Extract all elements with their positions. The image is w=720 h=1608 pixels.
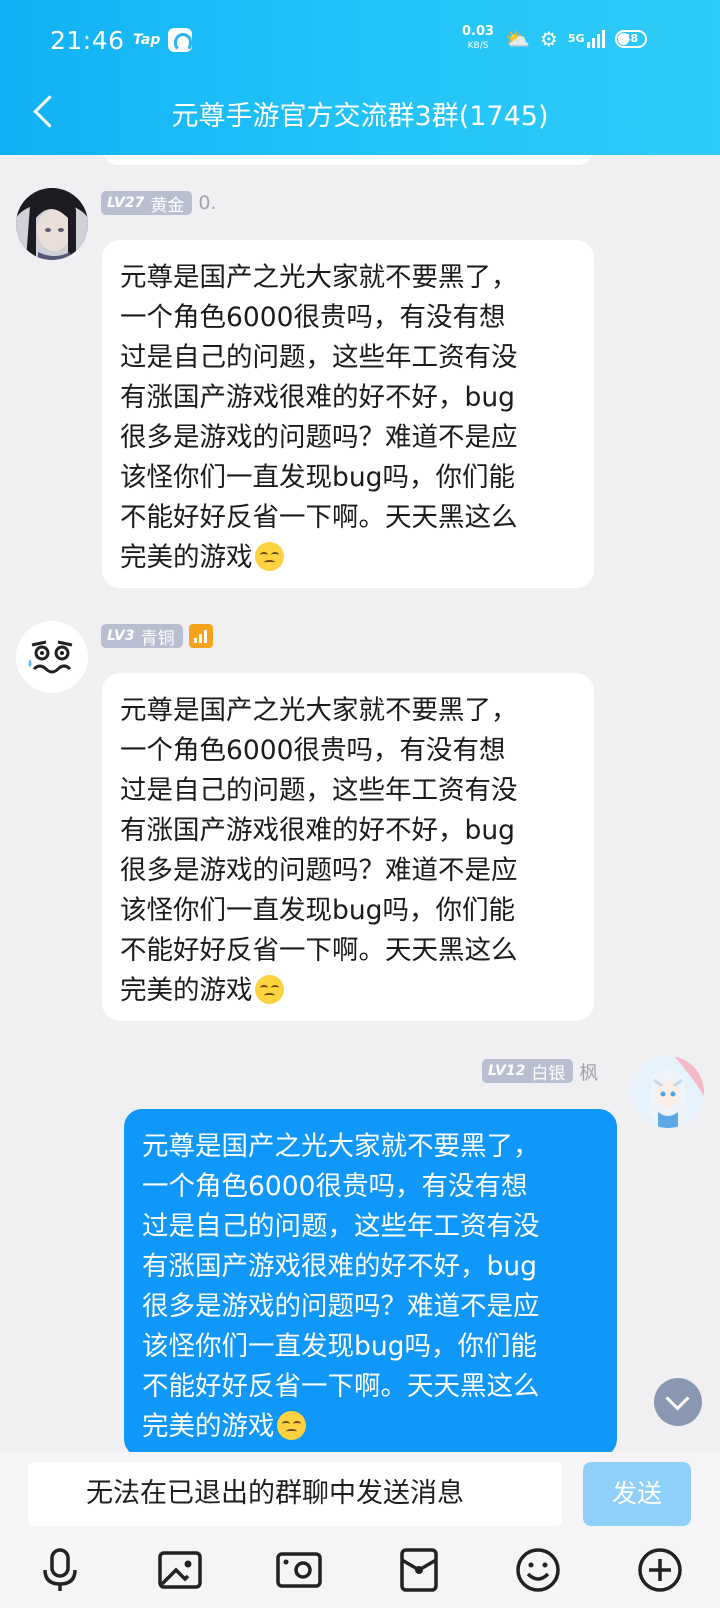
input-toolbar (0, 1536, 720, 1608)
message-bubble[interactable]: 元尊是国产之光大家就不要黑了， 一个角色6000很贵吗，有没有想 过是自己的问题… (102, 673, 594, 1021)
message-item: LV12 白银 枫 元尊是国产之光大家就不要黑了， 一个角色6000很贵吗，有没… (0, 1021, 720, 1452)
sender-meta: LV3 青铜 (101, 623, 213, 649)
network-speed: 0.03 KB/S (462, 24, 495, 52)
scroll-to-bottom-button[interactable] (654, 1378, 702, 1426)
top-bar: 21:46 Tap 0.03 KB/S ⛅ ⚙ 5G 48 元尊手游官方交流群3… (0, 0, 720, 155)
message-input[interactable]: 无法在已退出的群聊中发送消息 (28, 1462, 562, 1526)
status-icons: ⛅ ⚙ 5G 48 (505, 27, 647, 51)
message-item: LV3 青铜 元尊是国产之光大家就不要黑了， 一个角色6000很贵吗，有没有想 … (0, 588, 720, 1028)
sender-nickname[interactable]: 0. (198, 192, 216, 214)
chat-header: 元尊手游官方交流群3群(1745) (0, 80, 720, 155)
signal-bars-nickname-icon (188, 624, 213, 648)
status-time: 21:46 (50, 26, 125, 55)
level-number: LV27 (107, 195, 145, 211)
status-bar: 21:46 Tap 0.03 KB/S ⛅ ⚙ 5G 48 (0, 0, 720, 80)
emoji-icon[interactable] (512, 1544, 564, 1596)
level-number: LV3 (107, 628, 135, 644)
qq-notification-icon (168, 28, 192, 52)
disappointed-face-emoji-icon (254, 542, 284, 571)
avatar[interactable] (16, 188, 88, 260)
group-title[interactable]: 元尊手游官方交流群3群(1745) (0, 94, 720, 133)
sender-meta: LV12 白银 枫 (482, 1058, 598, 1084)
network-speed-unit: KB/S (467, 41, 489, 51)
disappointed-face-emoji-icon (254, 975, 284, 1004)
weather-icon: ⛅ (505, 27, 530, 51)
signal-label: 5G (567, 32, 585, 45)
signal-bars-icon (586, 30, 605, 48)
level-badge: LV12 白银 (482, 1059, 574, 1084)
disappointed-face-emoji-icon (276, 1411, 306, 1440)
message-text: 元尊是国产之光大家就不要黑了， 一个角色6000很贵吗，有没有想 过是自己的问题… (120, 695, 518, 1006)
message-bubble[interactable]: 元尊是国产之光大家就不要黑了， 一个角色6000很贵吗，有没有想 过是自己的问题… (124, 1109, 617, 1452)
sender-nickname[interactable]: 枫 (579, 1058, 598, 1085)
red-packet-icon[interactable] (393, 1544, 445, 1596)
taptap-notification-icon: Tap (133, 32, 161, 48)
sender-meta: LV27 黄金 0. (101, 190, 216, 216)
camera-icon[interactable] (273, 1544, 325, 1596)
voice-icon[interactable] (34, 1544, 86, 1596)
battery-level: 48 (622, 32, 639, 45)
level-rank: 白银 (531, 1063, 566, 1084)
message-text: 元尊是国产之光大家就不要黑了， 一个角色6000很贵吗，有没有想 过是自己的问题… (120, 262, 518, 573)
level-badge: LV27 黄金 (101, 191, 193, 216)
level-rank: 黄金 (150, 195, 185, 216)
send-button[interactable]: 发送 (583, 1462, 691, 1526)
level-rank: 青铜 (140, 628, 175, 649)
avatar[interactable] (16, 621, 88, 693)
level-number: LV12 (488, 1063, 526, 1079)
message-item: LV27 黄金 0. 元尊是国产之光大家就不要黑了， 一个角色6000很贵吗，有… (0, 155, 720, 595)
message-text: 元尊是国产之光大家就不要黑了， 一个角色6000很贵吗，有没有想 过是自己的问题… (142, 1131, 540, 1442)
settings-gear-icon: ⚙ (539, 27, 558, 51)
signal-5g-icon: 5G (568, 30, 605, 48)
image-icon[interactable] (154, 1544, 206, 1596)
network-speed-value: 0.03 (462, 24, 495, 39)
chat-messages[interactable]: LV27 黄金 0. 元尊是国产之光大家就不要黑了， 一个角色6000很贵吗，有… (0, 155, 720, 1452)
battery-icon: 48 (614, 30, 647, 48)
message-bubble[interactable]: 元尊是国产之光大家就不要黑了， 一个角色6000很贵吗，有没有想 过是自己的问题… (102, 240, 594, 588)
input-bar: 无法在已退出的群聊中发送消息 发送 (0, 1452, 720, 1608)
plus-icon[interactable] (634, 1544, 686, 1596)
avatar[interactable] (632, 1056, 704, 1128)
level-badge: LV3 青铜 (101, 624, 183, 649)
